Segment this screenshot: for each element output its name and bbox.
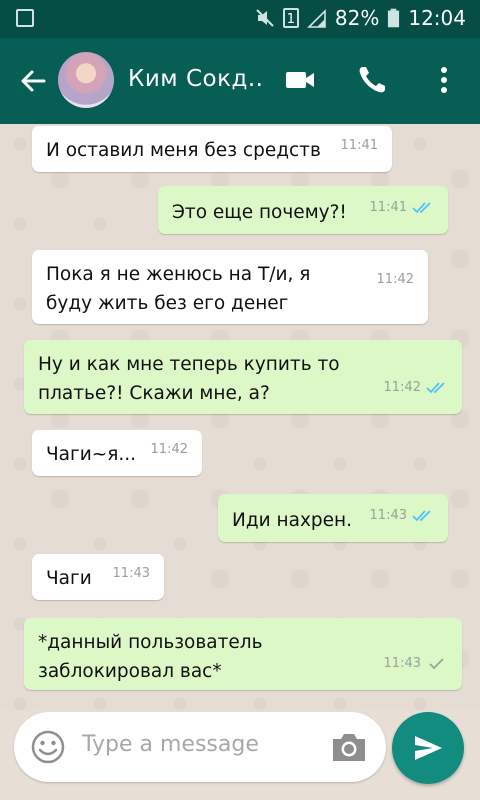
message-text: Чаги~я...	[46, 444, 137, 465]
chat-header: Ким Сокд..	[0, 38, 480, 124]
status-icons: 1 82% 12:04	[255, 6, 466, 30]
read-ticks-icon	[426, 381, 445, 393]
message-outgoing[interactable]: Иди нахрен. 11:43	[218, 494, 448, 542]
message-incoming[interactable]: Чаги~я... 11:42	[32, 430, 202, 476]
message-text: Иди нахрен.	[232, 510, 353, 531]
message-text: Чаги	[46, 568, 92, 589]
send-button[interactable]	[392, 712, 464, 784]
emoji-icon[interactable]	[30, 729, 66, 765]
message-time: 11:43	[112, 566, 150, 581]
sim-badge: 1	[282, 8, 299, 28]
battery-percent: 82%	[334, 6, 380, 30]
message-time: 11:41	[369, 200, 407, 215]
read-ticks-icon	[412, 201, 431, 213]
status-bar: 1 82% 12:04	[0, 0, 480, 38]
more-vert-icon[interactable]	[426, 62, 462, 98]
message-outgoing[interactable]: Это еще почему?! 11:41	[158, 186, 448, 234]
camera-icon[interactable]	[330, 730, 368, 764]
message-text: Ну и как мне теперь купить то платье?! С…	[38, 354, 340, 404]
avatar[interactable]	[58, 52, 114, 108]
sim-badge-label: 1	[286, 12, 296, 27]
message-input[interactable]: Type a message	[82, 732, 259, 757]
message-outgoing[interactable]: Ну и как мне теперь купить то платье?! С…	[24, 340, 462, 414]
message-list[interactable]: И оставил меня без средств 11:41 Это еще…	[0, 124, 480, 710]
battery-icon	[388, 8, 400, 28]
gallery-notification-icon	[16, 9, 34, 27]
message-time: 11:41	[340, 138, 378, 153]
message-text: *данный пользователь заблокировал вас*	[38, 632, 263, 682]
signal-icon	[306, 9, 326, 28]
message-incoming[interactable]: И оставил меня без средств 11:41	[32, 126, 392, 172]
message-time: 11:42	[376, 272, 414, 287]
sent-tick-icon	[429, 657, 444, 669]
arrow-left-icon[interactable]	[16, 64, 50, 98]
message-input-bar: Type a message	[14, 712, 386, 782]
mute-icon	[256, 9, 274, 27]
message-time: 11:42	[150, 442, 188, 457]
message-outgoing[interactable]: *данный пользователь заблокировал вас* 1…	[24, 618, 462, 690]
phone-icon[interactable]	[354, 62, 390, 98]
message-time: 11:42	[383, 380, 421, 395]
message-incoming[interactable]: Чаги 11:43	[32, 554, 164, 600]
message-time: 11:43	[369, 508, 407, 523]
message-text: И оставил меня без средств	[46, 140, 321, 161]
message-text: Пока я не женюсь на Т/и, я буду жить без…	[46, 264, 311, 314]
video-call-icon[interactable]	[282, 62, 318, 98]
contact-name[interactable]: Ким Сокд..	[128, 66, 264, 92]
read-ticks-icon	[412, 509, 431, 521]
clock: 12:04	[408, 6, 466, 30]
message-time: 11:43	[383, 656, 421, 671]
message-text: Это еще почему?!	[172, 202, 347, 223]
send-icon	[415, 736, 442, 760]
message-incoming[interactable]: Пока я не женюсь на Т/и, я буду жить без…	[32, 250, 428, 324]
